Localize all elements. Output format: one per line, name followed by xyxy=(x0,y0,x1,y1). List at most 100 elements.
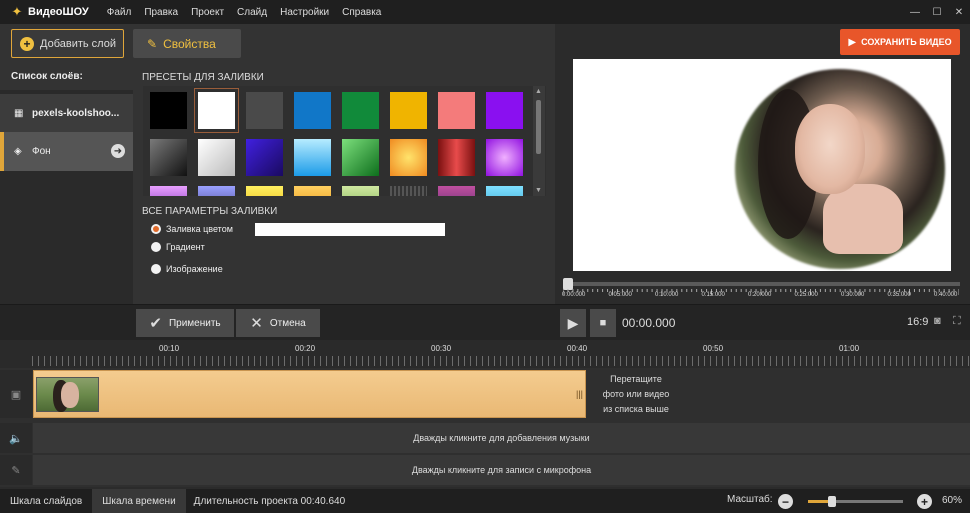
app-logo-icon: ✦ xyxy=(11,4,23,19)
preset-swatch[interactable] xyxy=(486,92,523,129)
play-icon: ▶ xyxy=(567,314,579,331)
arrow-right-icon[interactable]: ➜ xyxy=(111,144,125,158)
video-track-clip[interactable]: ||| xyxy=(33,370,586,418)
layer-item-photo[interactable]: ▦ pexels-koolshoo... xyxy=(0,94,133,133)
preset-swatch[interactable] xyxy=(486,139,523,176)
radio-image[interactable]: Изображение xyxy=(151,264,223,274)
menu-slide[interactable]: Слайд xyxy=(237,7,267,18)
apply-button[interactable]: ✔ Применить xyxy=(136,309,234,337)
preset-swatch[interactable] xyxy=(390,139,427,176)
photo-neck xyxy=(823,184,903,254)
preset-swatch[interactable] xyxy=(390,92,427,129)
ruler-label: 01:00 xyxy=(839,344,860,353)
presets-grid xyxy=(143,86,546,196)
timecode: 00:00.000 xyxy=(622,316,676,330)
cancel-button[interactable]: ✕ Отмена xyxy=(236,309,320,337)
thumb-face xyxy=(61,382,79,408)
check-icon: ✔ xyxy=(149,315,162,332)
timeline-ruler[interactable]: 00:10 00:20 00:30 00:40 00:50 01:00 xyxy=(32,340,970,368)
menu-edit[interactable]: Правка xyxy=(144,7,178,18)
scroll-thumb[interactable] xyxy=(536,100,541,154)
preset-swatch[interactable] xyxy=(246,92,283,129)
preset-swatch[interactable] xyxy=(342,139,379,176)
preset-swatch[interactable] xyxy=(438,92,475,129)
scroll-down-icon[interactable]: ▼ xyxy=(535,187,542,194)
maximize-button[interactable]: ☐ xyxy=(926,0,948,24)
status-bar: Шкала слайдов Шкала времени Длительность… xyxy=(0,489,970,513)
minimize-button[interactable]: — xyxy=(904,0,926,24)
radio-fill-color[interactable]: Заливка цветом xyxy=(151,224,233,234)
preview-scrubber[interactable] xyxy=(563,278,960,290)
clip-thumbnail[interactable] xyxy=(36,377,99,412)
scrub-tick-label: 0:35:000 xyxy=(887,292,911,298)
zoom-slider-knob[interactable] xyxy=(828,496,836,507)
scrub-tick-label: 0:20:000 xyxy=(748,292,772,298)
menu-settings[interactable]: Настройки xyxy=(280,7,329,18)
radio-label: Градиент xyxy=(166,242,205,252)
snapshot-icon[interactable]: ◙ xyxy=(934,315,941,327)
tab-slides[interactable]: Шкала слайдов xyxy=(0,489,92,513)
preset-swatch[interactable] xyxy=(342,92,379,129)
microphone-icon: ✎ xyxy=(0,455,32,485)
properties-button[interactable]: ✎ Свойства xyxy=(133,29,241,58)
preset-swatch[interactable] xyxy=(150,92,187,129)
preset-swatch[interactable] xyxy=(390,186,427,196)
presets-title: ПРЕСЕТЫ ДЛЯ ЗАЛИВКИ xyxy=(142,72,264,83)
preset-swatch[interactable] xyxy=(438,139,475,176)
ruler-label: 00:50 xyxy=(703,344,724,353)
zoom-out-button[interactable]: − xyxy=(778,494,793,509)
radio-label: Изображение xyxy=(166,264,223,274)
tab-timeline[interactable]: Шкала времени xyxy=(92,489,186,513)
layer-item-background[interactable]: ◈ Фон ➜ xyxy=(0,132,133,171)
app-name: ВидеоШОУ xyxy=(28,6,89,18)
radio-gradient[interactable]: Градиент xyxy=(151,242,205,252)
menu-help[interactable]: Справка xyxy=(342,7,381,18)
ruler-label: 00:10 xyxy=(159,344,180,353)
mic-track[interactable]: Дважды кликните для записи с микрофона xyxy=(33,455,970,485)
preset-swatch[interactable] xyxy=(438,186,475,196)
fill-color-picker[interactable] xyxy=(255,223,445,236)
aspect-ratio[interactable]: 16:9 xyxy=(907,316,928,328)
photo-face xyxy=(795,104,865,194)
clip-resize-handle[interactable]: ||| xyxy=(576,389,583,399)
add-layer-button[interactable]: + Добавить слой xyxy=(11,29,124,58)
preset-swatch[interactable] xyxy=(198,139,235,176)
zoom-slider[interactable] xyxy=(808,496,903,507)
preset-swatch[interactable] xyxy=(194,88,239,133)
stop-button[interactable]: ■ xyxy=(590,309,616,337)
ruler-ticks xyxy=(32,356,970,366)
scrub-tick-label: 0:10:000 xyxy=(655,292,679,298)
scrub-tick-label: 0:25:000 xyxy=(794,292,818,298)
radio-dot xyxy=(151,224,161,234)
preset-swatch[interactable] xyxy=(246,139,283,176)
menu-project[interactable]: Проект xyxy=(191,7,224,18)
menu-file[interactable]: Файл xyxy=(107,7,132,18)
layers-title: Список слоёв: xyxy=(11,71,83,82)
preview-canvas[interactable] xyxy=(573,59,951,271)
preset-swatch[interactable] xyxy=(150,139,187,176)
zoom-in-button[interactable]: + xyxy=(917,494,932,509)
preset-swatch[interactable] xyxy=(198,186,235,196)
preset-swatch[interactable] xyxy=(246,186,283,196)
scrub-tick-label: 0:05:000 xyxy=(608,292,632,298)
close-icon: ✕ xyxy=(250,315,263,332)
preset-swatch[interactable] xyxy=(294,92,331,129)
play-button[interactable]: ▶ xyxy=(560,309,586,337)
radio-label: Заливка цветом xyxy=(166,224,233,234)
layer-properties-panel: + Добавить слой ✎ Свойства Список слоёв:… xyxy=(0,24,555,304)
preset-swatch[interactable] xyxy=(294,186,331,196)
scroll-up-icon[interactable]: ▲ xyxy=(535,88,542,95)
film-icon: ▦ xyxy=(14,108,24,119)
preset-swatch[interactable] xyxy=(150,186,187,196)
presets-scrollbar[interactable]: ▲ ▼ xyxy=(533,86,545,196)
save-video-button[interactable]: ▶ СОХРАНИТЬ ВИДЕО xyxy=(840,29,960,55)
close-button[interactable]: ✕ xyxy=(948,0,970,24)
drop-hint-line: фото или видео xyxy=(602,389,670,399)
music-track[interactable]: Дважды кликните для добавления музыки xyxy=(33,423,970,453)
timeline: 00:10 00:20 00:30 00:40 00:50 01:00 ▣ ||| Пер… xyxy=(0,340,970,487)
preset-swatch[interactable] xyxy=(342,186,379,196)
preset-swatch[interactable] xyxy=(486,186,523,196)
preset-swatch[interactable] xyxy=(294,139,331,176)
title-bar: ✦ ВидеоШОУ Файл Правка Проект Слайд Наст… xyxy=(0,0,970,24)
fullscreen-icon[interactable]: ⛶ xyxy=(953,315,961,328)
